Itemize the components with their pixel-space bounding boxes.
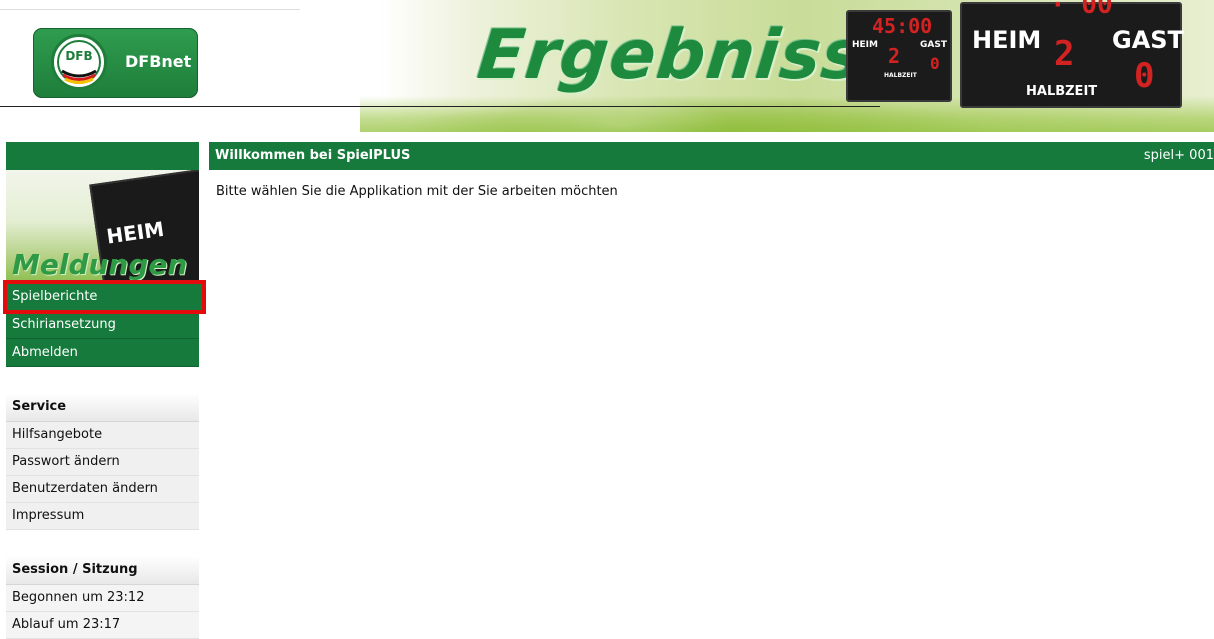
page-header: DFB DFBnet Ergebnisse 45:00 HEIM GAST 2 … bbox=[0, 0, 1214, 132]
scoreboard-large: · 00 HEIM GAST 2 0 HALBZEIT bbox=[960, 0, 1184, 108]
scoreboard-small-period: HALBZEIT bbox=[884, 72, 917, 79]
service-item-hilfsangebote[interactable]: Hilfsangebote bbox=[6, 422, 199, 449]
dfb-emblem-icon: DFB bbox=[51, 34, 107, 90]
scoreboard-large-home-score: 2 bbox=[1054, 34, 1075, 74]
menu-item-abmelden[interactable]: Abmelden bbox=[6, 339, 199, 367]
service-item-benutzerdaten-aendern[interactable]: Benutzerdaten ändern bbox=[6, 476, 199, 503]
scoreboard-large-top-digits: · 00 bbox=[1050, 0, 1113, 20]
session-start-time: Begonnen um 23:12 bbox=[6, 585, 199, 612]
service-item-impressum[interactable]: Impressum bbox=[6, 503, 199, 530]
page-title: Willkommen bei SpielPLUS bbox=[215, 148, 411, 163]
menu-item-schiriansetzung[interactable]: Schiriansetzung bbox=[6, 311, 199, 339]
mini-scoreboard-label: HEIM bbox=[104, 216, 166, 249]
scoreboard-small: 45:00 HEIM GAST 2 0 HALBZEIT bbox=[846, 10, 952, 102]
service-box-title: Service bbox=[6, 393, 199, 422]
session-box: Session / Sitzung Begonnen um 23:12 Abla… bbox=[6, 556, 199, 639]
meldungen-title: Meldungen bbox=[12, 248, 188, 281]
instruction-text: Bitte wählen Sie die Applikation mit der… bbox=[216, 184, 618, 199]
scoreboard-large-away: GAST bbox=[1112, 26, 1184, 54]
header-top-divider bbox=[0, 9, 300, 10]
main-header-bar: Willkommen bei SpielPLUS spiel+ 001 bbox=[209, 142, 1214, 170]
service-box: Service Hilfsangebote Passwort ändern Be… bbox=[6, 393, 199, 530]
logo-text: DFBnet bbox=[125, 52, 192, 71]
menu-item-spielberichte[interactable]: Spielberichte bbox=[3, 280, 206, 314]
service-item-passwort-aendern[interactable]: Passwort ändern bbox=[6, 449, 199, 476]
meldungen-banner: HEIM Meldungen bbox=[6, 170, 199, 283]
scoreboard-small-away: GAST bbox=[920, 40, 947, 50]
sidebar: HEIM Meldungen Spielberichte Schirianset… bbox=[3, 142, 206, 639]
dfbnet-logo[interactable]: DFB DFBnet bbox=[33, 28, 198, 98]
scoreboard-small-away-score: 0 bbox=[930, 54, 940, 73]
meldungen-menu: Spielberichte Schiriansetzung Abmelden bbox=[3, 280, 206, 367]
dfb-emblem-text: DFB bbox=[65, 49, 93, 63]
page-code: spiel+ 001 bbox=[1143, 148, 1214, 163]
main-content: Willkommen bei SpielPLUS spiel+ 001 Bitt… bbox=[209, 142, 1214, 199]
scoreboard-small-time: 45:00 bbox=[872, 14, 933, 38]
session-box-title: Session / Sitzung bbox=[6, 556, 199, 585]
scoreboard-large-away-score: 0 bbox=[1134, 56, 1155, 96]
session-expiry-time: Ablauf um 23:17 bbox=[6, 612, 199, 639]
scoreboard-small-home: HEIM bbox=[852, 40, 878, 50]
scoreboard-large-period: HALBZEIT bbox=[1026, 84, 1098, 99]
sidebar-top-bar bbox=[6, 142, 199, 170]
scoreboard-small-home-score: 2 bbox=[888, 44, 901, 68]
scoreboard-large-home: HEIM bbox=[972, 26, 1042, 54]
header-divider bbox=[0, 106, 880, 107]
